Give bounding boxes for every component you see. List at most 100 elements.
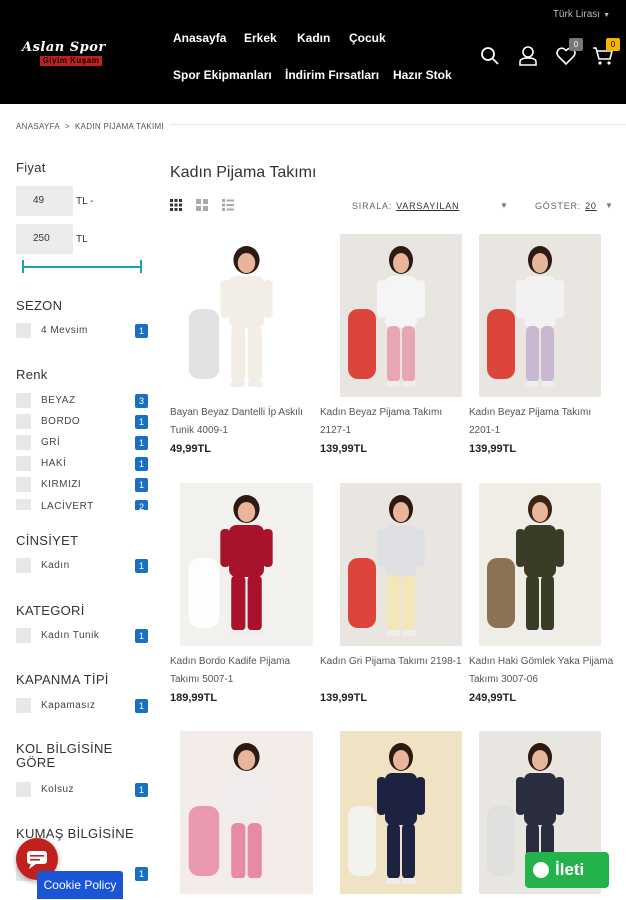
product-image[interactable] xyxy=(479,234,601,397)
product-name[interactable]: Kadın Bordo Kadife Pijama Takımı 5007-1 xyxy=(170,653,315,689)
filter-option[interactable]: LACİVERT 2 xyxy=(16,499,148,510)
filter-count-badge: 1 xyxy=(135,478,148,492)
contact-label: İleti xyxy=(555,860,585,879)
nav-hazir-stok[interactable]: Hazır Stok xyxy=(393,68,452,82)
product-price: 249,99TL xyxy=(469,692,517,704)
price-min-input[interactable]: 49 xyxy=(16,186,73,216)
contact-button[interactable]: İleti xyxy=(525,852,609,888)
price-slider-min-handle[interactable] xyxy=(22,260,24,273)
whatsapp-icon xyxy=(533,862,549,878)
breadcrumb-separator: > xyxy=(65,122,71,131)
product-name[interactable]: Kadın Haki Gömlek Yaka Pijama Takımı 300… xyxy=(469,653,614,689)
product-name[interactable]: Kadın Beyaz Pijama Takımı 2201-1 xyxy=(469,404,614,440)
product-image[interactable] xyxy=(180,731,313,894)
nav-kadin[interactable]: Kadın xyxy=(297,31,330,45)
sort-value: VARSAYILAN xyxy=(396,201,460,211)
nav-spor-ekipmanlari[interactable]: Spor Ekipmanları xyxy=(173,68,272,82)
sort-dropdown[interactable]: SIRALA: VARSAYILAN xyxy=(352,201,459,211)
chevron-down-icon[interactable]: ▼ xyxy=(500,201,508,210)
nav-anasayfa[interactable]: Anasayfa xyxy=(173,31,226,45)
product-image[interactable] xyxy=(479,483,601,646)
product-price: 139,99TL xyxy=(469,443,517,455)
cookie-policy-button[interactable]: Cookie Policy xyxy=(37,871,123,899)
product-image[interactable] xyxy=(340,731,462,894)
user-icon[interactable] xyxy=(518,45,538,67)
checkbox[interactable] xyxy=(16,698,31,713)
product-card[interactable] xyxy=(320,731,462,900)
product-image[interactable] xyxy=(180,483,313,646)
filter-count-badge: 1 xyxy=(135,559,148,573)
product-card[interactable]: Kadın Beyaz Pijama Takımı 2127-1 139,99TL xyxy=(320,234,462,455)
filter-option[interactable]: HAKİ 1 xyxy=(16,456,148,472)
checkbox[interactable] xyxy=(16,435,31,450)
search-icon[interactable] xyxy=(480,46,500,66)
color-filter-list[interactable]: BEYAZ 3 BORDO 1 GRİ 1 HAKİ 1 KIRMIZI 1 L… xyxy=(0,390,160,510)
divider xyxy=(170,124,626,125)
cart-count-badge: 0 xyxy=(606,38,620,51)
filter-option-label: BORDO xyxy=(41,416,81,427)
nav-indirim-firsatlari[interactable]: İndirim Fırsatları xyxy=(285,68,379,82)
product-image[interactable] xyxy=(340,234,462,397)
nav-erkek[interactable]: Erkek xyxy=(244,31,277,45)
product-price: 139,99TL xyxy=(320,443,368,455)
filter-option[interactable]: KIRMIZI 1 xyxy=(16,477,148,493)
product-card[interactable]: Kadın Beyaz Pijama Takımı 2201-1 139,99TL xyxy=(469,234,609,455)
show-value: 20 xyxy=(585,201,597,211)
product-card[interactable]: Kadın Gri Pijama Takımı 2198-1 139,99TL xyxy=(320,483,462,704)
filter-option[interactable]: BORDO 1 xyxy=(16,414,148,430)
checkbox[interactable] xyxy=(16,456,31,471)
nav-cocuk[interactable]: Çocuk xyxy=(349,31,386,45)
filter-option[interactable]: Kapamasız 1 xyxy=(16,698,148,714)
checkbox[interactable] xyxy=(16,499,31,510)
show-label: GÖSTER: xyxy=(535,201,582,211)
filter-season-title: SEZON xyxy=(16,298,63,313)
filter-option[interactable]: Kadın Tunik 1 xyxy=(16,628,148,644)
currency-selector[interactable]: Türk Lirası ▼ xyxy=(553,9,610,20)
filter-option[interactable]: Kadın 1 xyxy=(16,558,148,574)
checkbox[interactable] xyxy=(16,323,31,338)
filter-count-badge: 3 xyxy=(135,394,148,408)
filter-option-label: Kolsuz xyxy=(41,784,75,795)
grid-2-icon[interactable] xyxy=(196,199,208,211)
filter-option[interactable]: GRİ 1 xyxy=(16,435,148,451)
filter-color-title: Renk xyxy=(16,367,48,382)
price-slider-max-handle[interactable] xyxy=(140,260,142,273)
checkbox[interactable] xyxy=(16,782,31,797)
filter-option[interactable]: Kolsuz 1 xyxy=(16,782,148,798)
filter-option[interactable]: BEYAZ 3 xyxy=(16,393,148,409)
product-image[interactable] xyxy=(340,483,462,646)
filter-count-badge: 1 xyxy=(135,783,148,797)
chevron-down-icon[interactable]: ▼ xyxy=(605,201,613,210)
show-count-dropdown[interactable]: GÖSTER: 20 xyxy=(535,201,597,211)
product-card[interactable]: Kadın Bordo Kadife Pijama Takımı 5007-1 1… xyxy=(170,483,313,704)
product-card[interactable]: Bayan Beyaz Dantelli İp Askılı Tunik 400… xyxy=(170,234,313,455)
filter-option-label: 4 Mevsim xyxy=(41,325,88,336)
currency-label: Türk Lirası xyxy=(552,9,601,20)
logo-top-text: Aslan Spor xyxy=(22,40,106,55)
filter-option-label: Kadın xyxy=(41,560,70,571)
product-name[interactable]: Kadın Gri Pijama Takımı 2198-1 xyxy=(320,653,465,671)
filter-closure-title: KAPANMA TİPİ xyxy=(16,672,109,687)
site-logo[interactable]: Aslan Spor Giyim Kuşam xyxy=(20,40,110,70)
checkbox[interactable] xyxy=(16,477,31,492)
checkbox[interactable] xyxy=(16,414,31,429)
list-view-icon[interactable] xyxy=(222,199,234,211)
filter-count-badge: 2 xyxy=(135,500,148,510)
checkbox[interactable] xyxy=(16,558,31,573)
filter-option[interactable]: 4 Mevsim 1 xyxy=(16,323,148,339)
product-name[interactable]: Bayan Beyaz Dantelli İp Askılı Tunik 400… xyxy=(170,404,315,440)
product-name[interactable]: Kadın Beyaz Pijama Takımı 2127-1 xyxy=(320,404,465,440)
checkbox[interactable] xyxy=(16,393,31,408)
product-image[interactable] xyxy=(180,234,313,397)
checkbox[interactable] xyxy=(16,628,31,643)
product-card[interactable]: Kadın Haki Gömlek Yaka Pijama Takımı 300… xyxy=(469,483,613,704)
grid-3-icon[interactable] xyxy=(170,199,182,211)
price-slider-track[interactable] xyxy=(22,266,142,268)
breadcrumb-home[interactable]: ANASAYFA xyxy=(16,122,60,131)
breadcrumb-current: KADIN PİJAMA TAKIMI xyxy=(75,122,165,131)
product-card[interactable] xyxy=(170,731,313,900)
filter-count-badge: 1 xyxy=(135,629,148,643)
site-header: Türk Lirası ▼ Aslan Spor Giyim Kuşam Anas… xyxy=(0,0,626,104)
page-title: Kadın Pijama Takımı xyxy=(170,164,317,181)
price-max-input[interactable]: 250 xyxy=(16,224,73,254)
